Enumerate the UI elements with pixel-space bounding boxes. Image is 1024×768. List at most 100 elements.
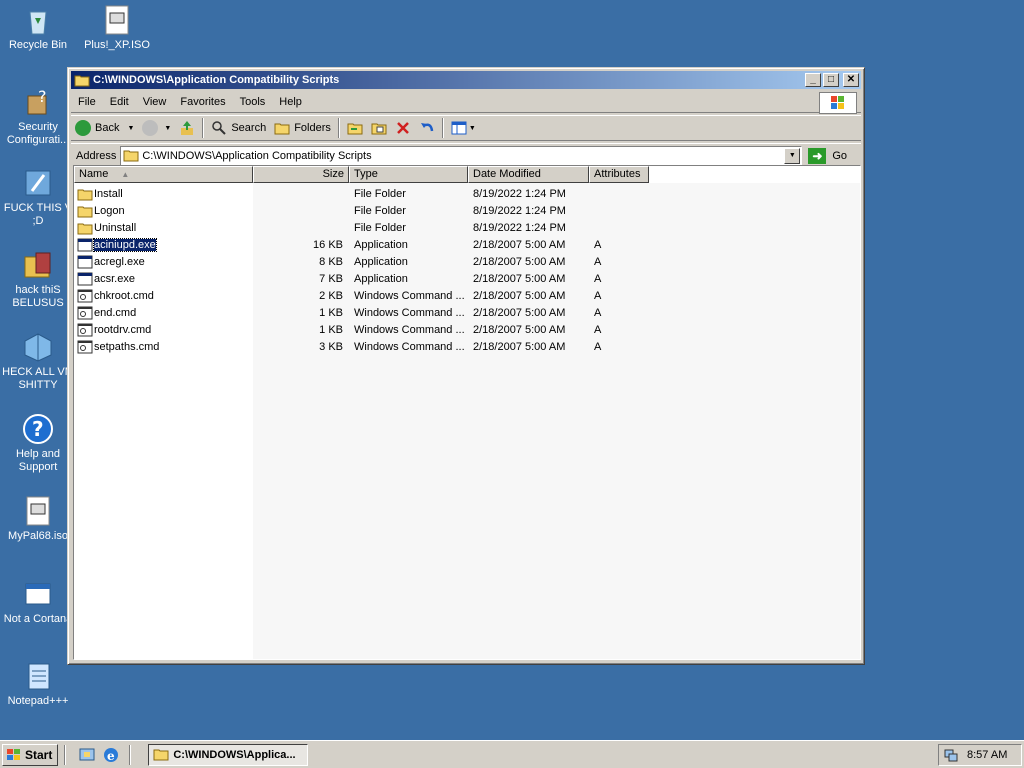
start-button[interactable]: Start [2,743,59,766]
file-type-cell: Windows Command ... [354,323,465,336]
file-name-cell: aciniupd.exe [74,237,253,252]
desktop-icon-label: HECK ALL VM SHITTY [2,366,74,391]
column-header-size[interactable]: Size [253,166,349,183]
title-bar[interactable]: C:\WINDOWS\Application Compatibility Scr… [71,71,861,89]
views-button[interactable]: ▼ [447,117,480,139]
desktop-icon-shortcut-2[interactable]: hack thiS BELUSUS [0,249,76,310]
desktop-icon-mypal-iso[interactable]: MyPal68.iso [0,495,76,543]
desktop-icon-security-config[interactable]: ? Security Configurati... [0,86,76,147]
back-label: Back [95,122,120,134]
forward-button[interactable]: ▼ [138,117,175,139]
file-attr-cell: A [594,340,602,353]
up-folder-icon [181,121,194,135]
file-attr-cell: A [594,323,602,336]
desktop-icon-help[interactable]: ? Help and Support [0,413,76,474]
search-button[interactable]: Search [207,117,270,139]
file-name-cell: Install [74,187,253,201]
file-row[interactable]: Install File Folder 8/19/2022 1:24 PM [74,185,649,202]
copy-to-button[interactable] [367,117,391,139]
file-name[interactable]: end.cmd [94,307,136,319]
desktop-icon-recycle-bin[interactable]: Recycle Bin [0,4,76,52]
column-header-type[interactable]: Type [349,166,468,183]
menu-file[interactable]: File [71,96,103,108]
file-row[interactable]: setpaths.cmd 3 KB Windows Command ... 2/18/… [74,338,649,355]
column-header-name[interactable]: Name ▲ [74,166,253,183]
minimize-button[interactable]: _ [805,73,821,87]
command-script-icon [77,323,93,337]
file-name[interactable]: acsr.exe [94,273,135,285]
file-row[interactable]: chkroot.cmd 2 KB Windows Command ... 2/18/2… [74,287,649,304]
file-name-cell: end.cmd [74,306,253,320]
taskbar-separator [129,744,132,765]
back-arrow-icon [75,120,91,136]
file-name[interactable]: setpaths.cmd [94,341,159,353]
desktop-icon-notepad[interactable]: Notepad+++ [0,660,76,708]
file-row[interactable]: acsr.exe 7 KB Application 2/18/2007 5:00 AM… [74,270,649,287]
forward-arrow-icon [142,120,159,136]
internet-explorer-icon[interactable]: e [102,746,120,764]
file-name[interactable]: Logon [94,205,125,217]
file-name[interactable]: chkroot.cmd [94,290,154,302]
file-type-cell: Windows Command ... [354,306,465,319]
address-dropdown-button[interactable]: ▼ [784,147,801,164]
move-to-button[interactable] [343,117,367,139]
chevron-down-icon[interactable]: ▼ [127,125,134,132]
file-size-cell: 1 KB [319,306,343,319]
file-size-cell: 8 KB [319,255,343,268]
disc-image-icon [22,495,54,527]
go-button[interactable]: ➜ Go [808,147,847,164]
delete-button[interactable] [391,117,415,139]
file-date-cell: 2/18/2007 5:00 AM [473,238,566,251]
back-button[interactable]: Back ▼ [71,117,138,139]
delete-icon [397,122,409,134]
file-name[interactable]: Uninstall [94,222,136,234]
desktop-icon-not-cortana[interactable]: Not a Cortana [0,578,76,626]
folder-icon [77,187,93,201]
file-row[interactable]: aciniupd.exe 16 KB Application 2/18/2007 5:… [74,236,649,253]
clock[interactable]: 8:57 AM [967,749,1007,761]
desktop-icon-label: MyPal68.iso [8,530,68,542]
menu-tools[interactable]: Tools [233,96,273,108]
file-row[interactable]: rootdrv.cmd 1 KB Windows Command ... 2/18/2… [74,321,649,338]
network-icon[interactable] [943,747,959,763]
desktop-icon-shortcut-1[interactable]: FUCK THIS V ;D [0,167,76,228]
file-list-view[interactable]: Name ▲ Size Type Date Modified Attribute… [73,165,861,660]
maximize-button[interactable]: □ [823,73,839,87]
column-header-attributes[interactable]: Attributes [589,166,649,183]
menu-help[interactable]: Help [272,96,309,108]
menu-view[interactable]: View [136,96,174,108]
file-size-cell: 7 KB [319,272,343,285]
desktop-icon-plus-iso[interactable]: Plus!_XP.ISO [79,4,155,52]
desktop-icon-label: Notepad+++ [7,695,69,707]
file-name[interactable]: Install [94,188,123,200]
address-bar: Address C:\WINDOWS\Application Compatibi… [71,143,861,167]
column-header-date[interactable]: Date Modified [468,166,589,183]
menu-favorites[interactable]: Favorites [173,96,232,108]
show-desktop-icon[interactable] [78,746,96,764]
file-row[interactable]: Logon File Folder 8/19/2022 1:24 PM [74,202,649,219]
file-row[interactable]: end.cmd 1 KB Windows Command ... 2/18/2007 … [74,304,649,321]
application-icon [77,272,93,286]
file-row[interactable]: Uninstall File Folder 8/19/2022 1:24 PM [74,219,649,236]
command-script-icon [77,340,93,354]
file-name[interactable]: acregl.exe [94,256,145,268]
taskbar-window-button[interactable]: C:\WINDOWS\Applica... [148,743,309,766]
desktop-icon-label: FUCK THIS V ;D [3,202,73,227]
shortcut-icon [22,167,54,199]
menu-edit[interactable]: Edit [103,96,136,108]
help-icon: ? [22,413,54,445]
address-input[interactable]: C:\WINDOWS\Application Compatibility Scr… [142,150,784,162]
file-type-cell: Windows Command ... [354,340,465,353]
address-field[interactable]: C:\WINDOWS\Application Compatibility Scr… [120,145,803,166]
file-name[interactable]: rootdrv.cmd [94,324,151,336]
column-header-row: Name ▲ Size Type Date Modified Attribute… [74,166,649,183]
file-row[interactable]: acregl.exe 8 KB Application 2/18/2007 5:00 … [74,253,649,270]
up-folder-button[interactable] [175,117,199,139]
folders-button[interactable]: Folders [270,117,335,139]
chevron-down-icon[interactable]: ▼ [164,125,171,132]
close-button[interactable]: ✕ [843,73,859,87]
desktop-icon-shortcut-3[interactable]: HECK ALL VM SHITTY [0,331,76,392]
file-name[interactable]: aciniupd.exe [93,237,157,252]
undo-button[interactable] [415,117,439,139]
file-type-cell: Application [354,272,408,285]
